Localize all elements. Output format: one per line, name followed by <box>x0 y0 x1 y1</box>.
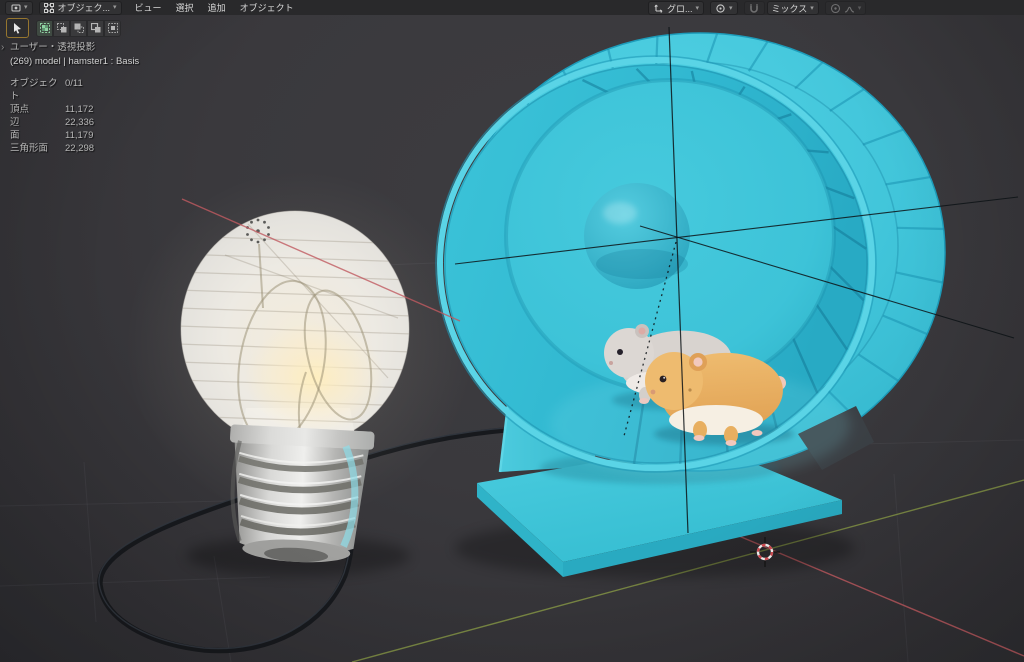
stat-objects: オブジェクト0/11 <box>10 77 139 103</box>
pivot-point-dropdown[interactable]: ▾ <box>710 1 738 15</box>
select-subtract-button[interactable] <box>70 20 87 37</box>
snap-mode-label: ミックス <box>772 2 808 15</box>
select-invert-button[interactable] <box>87 20 104 37</box>
select-extend-button[interactable] <box>53 20 70 37</box>
cursor-arrow-icon <box>12 22 23 34</box>
snap-mode-dropdown[interactable]: ミックス ▾ <box>767 1 819 15</box>
hamster-wheel-object[interactable] <box>436 33 945 480</box>
pivot-point-icon <box>715 3 726 14</box>
viewport-info-overlay: ユーザー・透視投影 (269) model | hamster1 : Basis… <box>10 41 139 155</box>
select-extend-icon <box>57 23 67 33</box>
select-mode-group <box>36 20 121 37</box>
blender-window: ▾ オブジェク... ▾ ビュー 選択 追加 オブジェクト グロ... ▾ <box>0 0 1024 662</box>
stat-verts: 頂点11,172 <box>10 103 139 116</box>
orientation-label: グロ... <box>667 2 693 15</box>
chevron-down-icon: ▾ <box>24 4 28 11</box>
chevron-down-icon: ▾ <box>810 5 814 12</box>
chevron-down-icon: ▾ <box>729 5 733 12</box>
editor-type-button[interactable]: ▾ <box>5 1 33 15</box>
viewport-header: ▾ オブジェク... ▾ ビュー 選択 追加 オブジェクト グロ... ▾ <box>0 0 1024 15</box>
stat-faces: 面11,179 <box>10 129 139 142</box>
falloff-curve-icon <box>844 3 855 14</box>
menu-select[interactable]: 選択 <box>176 1 194 14</box>
select-invert-icon <box>91 23 101 33</box>
select-set-button[interactable] <box>36 20 53 37</box>
proportional-editing-group[interactable]: ▾ <box>825 1 867 15</box>
active-tool-select-box-button[interactable] <box>6 18 29 38</box>
select-subtract-icon <box>74 23 84 33</box>
bulb-screw-base <box>224 424 375 565</box>
stat-tris: 三角形面22,298 <box>10 142 139 155</box>
light-bulb-object[interactable] <box>178 211 412 566</box>
editor-type-icon <box>10 2 21 13</box>
chevron-down-icon: ▾ <box>113 4 117 11</box>
orientation-axes-icon <box>653 3 664 14</box>
menu-view[interactable]: ビュー <box>135 1 162 14</box>
transform-orientation-dropdown[interactable]: グロ... ▾ <box>648 1 704 15</box>
mode-dropdown[interactable]: オブジェク... ▾ <box>39 1 122 15</box>
mode-dropdown-label: オブジェク... <box>58 1 111 14</box>
tool-settings-row <box>6 18 121 38</box>
view-perspective-label: ユーザー・透視投影 <box>10 41 139 54</box>
chevron-down-icon: ▾ <box>858 5 862 12</box>
object-mode-icon <box>44 2 55 13</box>
menu-object[interactable]: オブジェクト <box>240 1 294 14</box>
stat-edges: 辺22,336 <box>10 116 139 129</box>
toolbar-toggle-arrow[interactable]: › <box>1 42 4 53</box>
chevron-down-icon: ▾ <box>696 5 700 12</box>
select-intersect-button[interactable] <box>104 20 121 37</box>
select-new-icon <box>40 23 50 33</box>
snap-toggle-button[interactable] <box>744 1 765 15</box>
select-intersect-icon <box>108 23 118 33</box>
snap-magnet-icon <box>749 3 760 14</box>
menu-add[interactable]: 追加 <box>208 1 226 14</box>
active-object-label: (269) model | hamster1 : Basis <box>10 55 139 68</box>
viewport-3d[interactable] <box>0 0 1024 662</box>
scene-statistics: オブジェクト0/11 頂点11,172 辺22,336 面11,179 三角形面… <box>10 77 139 155</box>
proportional-editing-icon <box>830 3 841 14</box>
